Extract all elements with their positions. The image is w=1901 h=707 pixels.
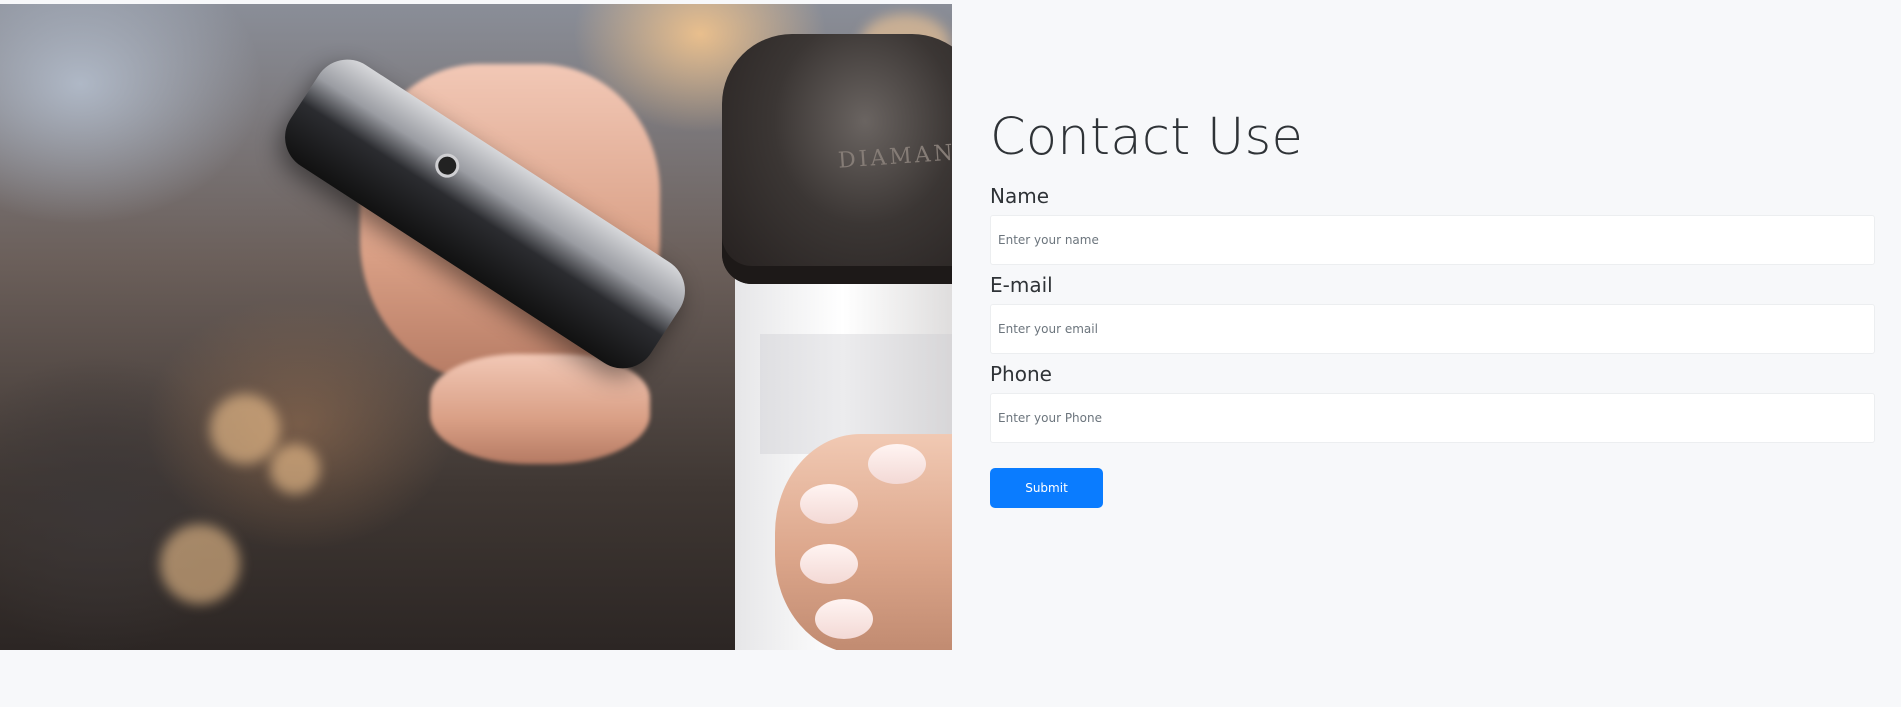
name-label: Name — [990, 184, 1050, 208]
page-title: Contact Use — [990, 108, 1304, 167]
fingernail — [800, 544, 858, 584]
email-input[interactable] — [990, 304, 1875, 354]
fingernail — [815, 599, 873, 639]
hand-fingers — [430, 354, 650, 464]
name-input[interactable] — [990, 215, 1875, 265]
phone-input[interactable] — [990, 393, 1875, 443]
email-label: E-mail — [990, 273, 1053, 297]
bokeh-light — [270, 444, 320, 494]
hero-photo: DIAMANT — [0, 4, 952, 650]
bokeh-light — [210, 394, 280, 464]
headphone-jack — [430, 149, 464, 183]
contact-page: DIAMANT Contact Use Name E-mail Phone Su… — [0, 0, 1901, 707]
submit-button[interactable]: Submit — [990, 468, 1103, 508]
fingernail — [800, 484, 858, 524]
phone-label: Phone — [990, 362, 1052, 386]
bokeh-light — [160, 524, 240, 604]
contact-form: Contact Use Name E-mail Phone Submit — [990, 100, 1875, 508]
fingernail — [868, 444, 926, 484]
